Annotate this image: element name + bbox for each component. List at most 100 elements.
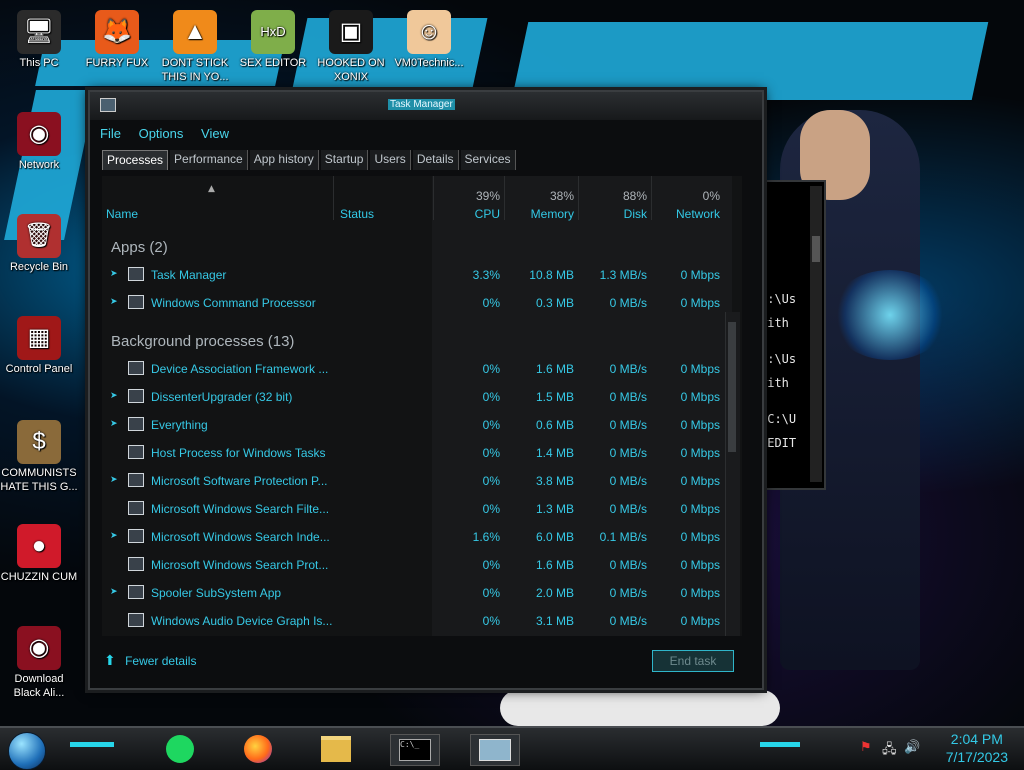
tab-processes[interactable]: Processes	[102, 150, 169, 170]
column-cpu[interactable]: CPU	[442, 207, 500, 221]
process-icon	[128, 445, 144, 459]
process-row[interactable]: Microsoft Windows Search Prot... 0% 1.6 MB…	[102, 551, 732, 579]
network-tray-icon[interactable]: 🖧	[882, 740, 897, 762]
fewer-details-button[interactable]: ⬆ Fewer details	[104, 652, 196, 669]
process-row[interactable]: Host Process for Windows Tasks 0% 1.4 MB 0 …	[102, 439, 732, 467]
scroll-thumb[interactable]	[728, 322, 736, 452]
tab-users[interactable]: Users	[370, 150, 411, 170]
process-row[interactable]: ➤ Spooler SubSystem App 0% 2.0 MB 0 MB/s 0 Mb…	[102, 579, 732, 607]
column-disk[interactable]: Disk	[580, 207, 647, 221]
process-mem: 3.8 MB	[535, 474, 574, 488]
process-icon	[128, 267, 144, 281]
desktop-shortcut[interactable]: ☺ VM0Technic...	[390, 10, 468, 70]
process-disk: 0 MB/s	[609, 502, 647, 516]
task-manager-taskbar-button[interactable]	[470, 734, 520, 766]
process-row[interactable]: ➤ Windows Command Processor 0% 0.3 MB 0 MB/s…	[102, 289, 732, 317]
expand-arrow-icon[interactable]: ➤	[110, 418, 118, 429]
title-bar[interactable]: Task Manager	[90, 92, 762, 120]
process-net: 0 Mbps	[680, 390, 720, 404]
column-name[interactable]: Name	[106, 207, 138, 221]
process-cpu: 0%	[482, 296, 500, 310]
cmd-line: REDIT	[760, 436, 797, 450]
process-row[interactable]: ➤ Everything 0% 0.6 MB 0 MB/s 0 Mbps	[102, 411, 732, 439]
network-icon: ◉	[17, 112, 61, 156]
desktop-shortcut[interactable]: ◉ Download Black Ali...	[0, 626, 78, 700]
desktop-shortcut-label: HOOKED ON XONIX	[317, 57, 385, 83]
spotify-icon[interactable]	[160, 734, 200, 764]
desktop-shortcut[interactable]: ● CHUZZIN CUM	[0, 524, 78, 584]
process-mem: 3.1 MB	[535, 614, 574, 628]
start-button[interactable]	[8, 732, 46, 770]
clock[interactable]: 2:04 PM 7/17/2023	[946, 730, 1008, 766]
process-net: 0 Mbps	[680, 586, 720, 600]
memory-total: 38%	[549, 189, 574, 203]
task-manager-window[interactable]: Task Manager File Options View Processes…	[88, 90, 764, 690]
expand-arrow-icon[interactable]: ➤	[110, 390, 118, 401]
desktop-shortcut[interactable]: HxD SEX EDITOR	[234, 10, 312, 70]
cmd-scrollbar[interactable]	[810, 186, 822, 482]
column-status[interactable]: Status	[340, 207, 374, 221]
process-net: 0 Mbps	[680, 614, 720, 628]
column-divider	[333, 176, 334, 220]
process-row[interactable]: ➤ Task Manager 3.3% 10.8 MB 1.3 MB/s 0 Mbps	[102, 261, 732, 289]
desktop-shortcut[interactable]: ▣ HOOKED ON XONIX	[312, 10, 390, 84]
file-explorer-icon[interactable]	[316, 734, 356, 764]
desktop-shortcut[interactable]: 🦊 FURRY FUX	[78, 10, 156, 70]
expand-arrow-icon[interactable]: ➤	[110, 268, 118, 279]
process-disk: 0 MB/s	[609, 614, 647, 628]
cmd-taskbar-button[interactable]: C:\_	[390, 734, 440, 766]
tab-performance[interactable]: Performance	[170, 150, 248, 170]
menu-file[interactable]: File	[100, 126, 121, 141]
tab-details[interactable]: Details	[412, 150, 459, 170]
vertical-scrollbar[interactable]	[725, 312, 740, 636]
process-row[interactable]: ➤ Microsoft Windows Search Inde... 1.6% 6.0…	[102, 523, 732, 551]
column-divider	[433, 176, 434, 220]
cpu-total: 39%	[475, 189, 500, 203]
cmd-scroll-thumb[interactable]	[812, 236, 820, 262]
end-task-button[interactable]: End task	[652, 650, 734, 672]
tab-services[interactable]: Services	[460, 150, 516, 170]
expand-arrow-icon[interactable]: ➤	[110, 530, 118, 541]
process-row[interactable]: Device Association Framework ... 0% 1.6 MB…	[102, 355, 732, 383]
column-memory[interactable]: Memory	[506, 207, 574, 221]
process-net: 0 Mbps	[680, 418, 720, 432]
column-network[interactable]: Network	[652, 207, 720, 221]
process-row[interactable]: Windows Audio Device Graph Is... 0% 3.1 MB…	[102, 607, 732, 635]
sort-arrow-icon: ▲	[208, 184, 215, 194]
process-row[interactable]: ➤ Microsoft Software Protection P... 0% 3.8…	[102, 467, 732, 495]
desktop-shortcut[interactable]: ▦ Control Panel	[0, 316, 78, 376]
expand-arrow-icon[interactable]: ➤	[110, 296, 118, 307]
expand-arrow-icon[interactable]: ➤	[110, 586, 118, 597]
desktop-shortcut[interactable]: ▲ DONT STICK THIS IN YO...	[156, 10, 234, 84]
xonix-icon: ▣	[329, 10, 373, 54]
desktop-shortcut[interactable]: 🖥 This PC	[0, 10, 78, 70]
this-pc-icon: 🖥	[17, 10, 61, 54]
tab-startup[interactable]: Startup	[320, 150, 369, 170]
desktop-shortcut[interactable]: 🗑 Recycle Bin	[0, 214, 78, 274]
firefox-taskbar-icon[interactable]	[238, 734, 278, 764]
process-mem: 1.4 MB	[535, 446, 574, 460]
process-disk: 0 MB/s	[609, 558, 647, 572]
menu-options[interactable]: Options	[139, 126, 184, 141]
process-name: Host Process for Windows Tasks	[151, 446, 326, 460]
process-row[interactable]: ➤ DissenterUpgrader (32 bit) 0% 1.5 MB 0 MB/…	[102, 383, 732, 411]
process-net: 0 Mbps	[680, 502, 720, 516]
command-prompt-window[interactable]: C:\Us with C:\Us with "C:\U REDIT	[756, 180, 826, 490]
process-list[interactable]: ▲ Name Status 39% CPU 38% Memory 88% Dis…	[102, 176, 742, 636]
expand-arrow-icon[interactable]: ➤	[110, 474, 118, 485]
process-name: Microsoft Software Protection P...	[151, 474, 328, 488]
desktop-shortcut[interactable]: $ COMMUNISTS HATE THIS G...	[0, 420, 78, 494]
tab-app-history[interactable]: App history	[249, 150, 319, 170]
flag-icon[interactable]: ⚑	[860, 740, 872, 755]
vlc-icon: ▲	[173, 10, 217, 54]
process-disk: 0 MB/s	[609, 446, 647, 460]
volume-icon[interactable]: 🔊	[904, 740, 920, 755]
menu-view[interactable]: View	[201, 126, 229, 141]
process-mem: 10.8 MB	[529, 268, 574, 282]
desktop-shortcut[interactable]: ◉ Network	[0, 112, 78, 172]
taskbar: C:\_ ⚑ 🖧 🔊 2:04 PM 7/17/2023	[0, 726, 1024, 770]
process-disk: 0 MB/s	[609, 586, 647, 600]
process-name: Device Association Framework ...	[151, 362, 329, 376]
process-row[interactable]: Microsoft Windows Search Filte... 0% 1.3 M…	[102, 495, 732, 523]
column-divider	[504, 176, 505, 220]
